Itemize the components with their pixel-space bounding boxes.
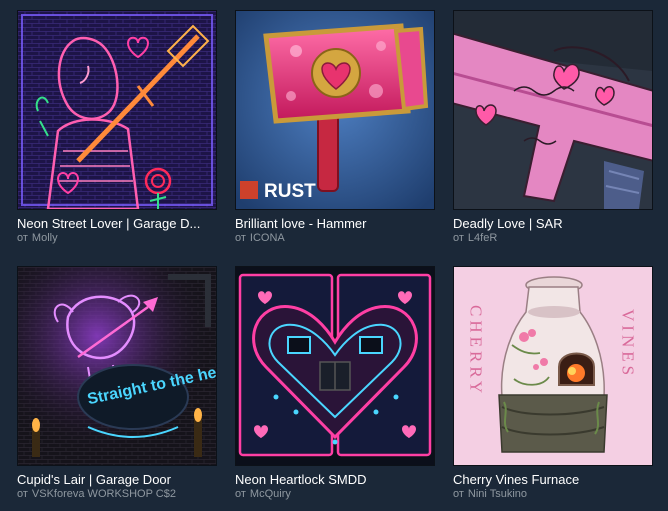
neon-lover-image (18, 11, 216, 209)
heartlock-thumbnail[interactable] (235, 266, 435, 466)
item-author-line: от L4feR (453, 232, 653, 245)
furnace-image: CHERRY VINES (454, 267, 652, 465)
item-title[interactable]: Cherry Vines Furnace (453, 472, 653, 487)
side-text-left: CHERRY (467, 305, 486, 397)
author-prefix: от (235, 488, 246, 500)
item-author-line: от McQuiry (235, 488, 435, 501)
rust-logo-text: RUST (264, 181, 316, 202)
workshop-item-card[interactable]: Deadly Love | SAR от L4feR (453, 10, 653, 245)
cupids-lair-thumbnail[interactable]: Straight to the heart (17, 266, 217, 466)
item-title[interactable]: Neon Heartlock SMDD (235, 472, 435, 487)
furnace-thumbnail[interactable]: CHERRY VINES (453, 266, 653, 466)
hammer-image: RUST (236, 11, 434, 209)
item-title[interactable]: Brilliant love - Hammer (235, 216, 435, 231)
author-link[interactable]: Molly (32, 232, 58, 244)
item-author-line: от VSKforeva WORKSHOP C$2 (17, 488, 217, 501)
item-author-line: от ICONA (235, 232, 435, 245)
workshop-item-card[interactable]: Neon Street Lover | Garage D... от Molly (17, 10, 217, 245)
item-title[interactable]: Deadly Love | SAR (453, 216, 653, 231)
cupids-lair-image: Straight to the heart (18, 267, 216, 465)
author-prefix: от (17, 232, 28, 244)
heartlock-image (236, 267, 434, 465)
item-author-line: от Nini Tsukino (453, 488, 653, 501)
author-link[interactable]: Nini Tsukino (468, 488, 527, 500)
author-link[interactable]: VSKforeva WORKSHOP C$2 (32, 488, 176, 500)
sar-rifle-image (454, 11, 652, 209)
item-author-line: от Molly (17, 232, 217, 245)
author-prefix: от (17, 488, 28, 500)
workshop-grid: Neon Street Lover | Garage D... от Molly (0, 0, 668, 511)
author-link[interactable]: ICONA (250, 232, 285, 244)
author-prefix: от (453, 232, 464, 244)
author-prefix: от (235, 232, 246, 244)
item-title[interactable]: Cupid's Lair | Garage Door (17, 472, 217, 487)
hammer-thumbnail[interactable]: RUST (235, 10, 435, 210)
author-link[interactable]: L4feR (468, 232, 497, 244)
author-link[interactable]: McQuiry (250, 488, 291, 500)
workshop-item-card[interactable]: CHERRY VINES Cherry Vines Furnace от Nini… (453, 266, 653, 501)
author-prefix: от (453, 488, 464, 500)
workshop-item-card[interactable]: Straight to the heart Cupid's Lair | Gar… (17, 266, 217, 501)
sar-rifle-thumbnail[interactable] (453, 10, 653, 210)
workshop-item-card[interactable]: Neon Heartlock SMDD от McQuiry (235, 266, 435, 501)
workshop-item-card[interactable]: RUST Brilliant love - Hammer от ICONA (235, 10, 435, 245)
neon-lover-thumbnail[interactable] (17, 10, 217, 210)
item-title[interactable]: Neon Street Lover | Garage D... (17, 216, 217, 231)
side-text-right: VINES (619, 309, 638, 379)
